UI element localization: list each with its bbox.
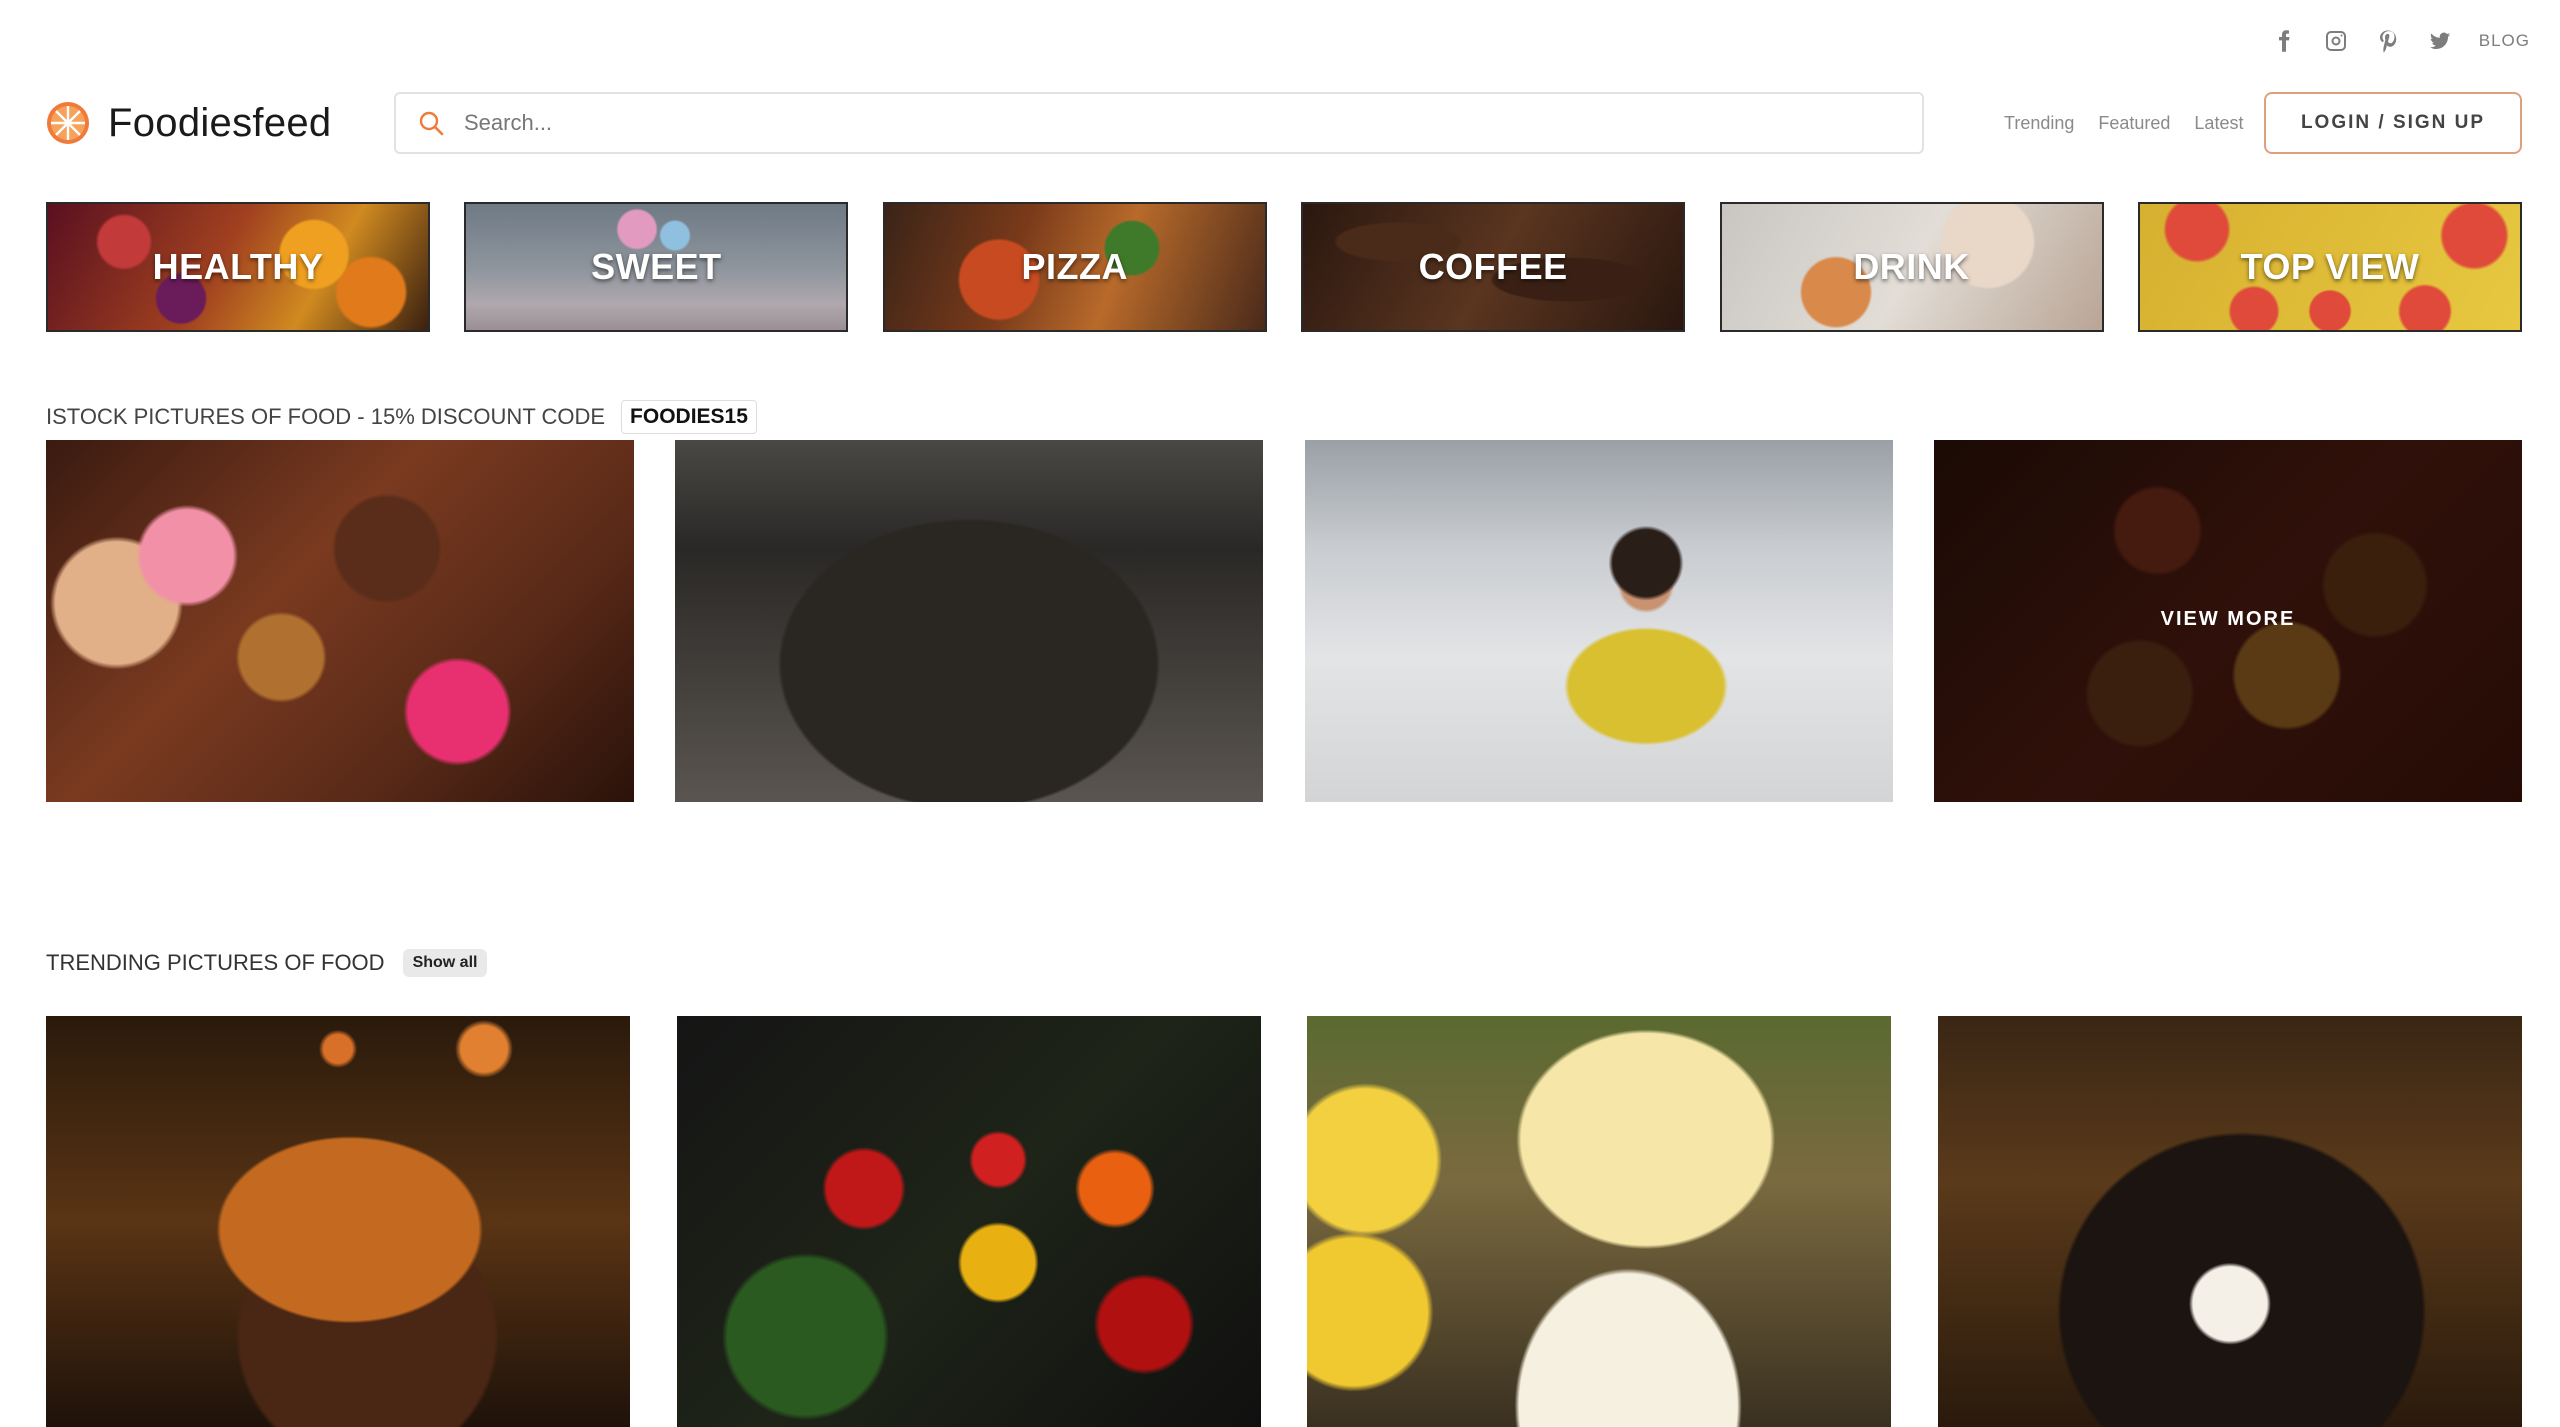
discount-code[interactable]: FOODIES15 — [621, 400, 757, 434]
nav-featured[interactable]: Featured — [2098, 113, 2170, 134]
promo-title: ISTOCK PICTURES OF FOOD - 15% DISCOUNT C… — [46, 404, 606, 429]
category-healthy[interactable]: HEALTHY — [46, 202, 430, 332]
category-top-view[interactable]: TOP VIEW — [2137, 202, 2522, 332]
show-all-button[interactable]: Show all — [402, 949, 488, 977]
trending-photo-burger[interactable] — [46, 1016, 630, 1427]
category-pizza[interactable]: PIZZA — [882, 202, 1267, 332]
promo-photo-view-more[interactable]: VIEW MORE — [1933, 440, 2522, 802]
nav-trending[interactable]: Trending — [2004, 113, 2074, 134]
logo-text: Foodiesfeed — [108, 100, 332, 145]
category-sweet[interactable]: SWEET — [464, 202, 849, 332]
facebook-icon[interactable] — [2271, 28, 2297, 54]
promo-photo-sweets[interactable] — [46, 440, 634, 802]
trending-header: TRENDING PICTURES OF FOOD Show all — [46, 946, 488, 980]
site-logo[interactable]: Foodiesfeed — [46, 98, 331, 148]
social-bar: BLOG — [2271, 24, 2530, 58]
category-label: TOP VIEW — [2240, 246, 2420, 287]
twitter-icon[interactable] — [2427, 28, 2453, 54]
search-bar[interactable] — [394, 92, 1924, 154]
category-label: COFFEE — [1418, 246, 1568, 287]
orange-slice-logo-icon — [47, 102, 89, 144]
trending-photo-row — [46, 1016, 2522, 1427]
category-drink[interactable]: DRINK — [1719, 202, 2104, 332]
category-coffee[interactable]: COFFEE — [1301, 202, 1686, 332]
category-label: SWEET — [591, 246, 722, 287]
search-input[interactable] — [464, 110, 1864, 136]
blog-link[interactable]: BLOG — [2479, 31, 2530, 51]
login-signup-button[interactable]: LOGIN / SIGN UP — [2264, 92, 2522, 154]
view-more-link[interactable]: VIEW MORE — [1934, 608, 2522, 631]
promo-photo-street-food[interactable] — [675, 440, 1264, 802]
trending-photo-cheesecake[interactable] — [1307, 1016, 1892, 1427]
nav-latest[interactable]: Latest — [2194, 113, 2243, 134]
category-label: PIZZA — [1021, 246, 1129, 287]
trending-photo-bibimbap[interactable] — [1937, 1016, 2522, 1427]
category-strip: HEALTHY SWEET PIZZA COFFEE DRINK TOP VIE… — [46, 202, 2522, 332]
istock-promo-header: ISTOCK PICTURES OF FOOD - 15% DISCOUNT C… — [46, 400, 757, 434]
promo-photo-woman-eating[interactable] — [1304, 440, 1893, 802]
category-label: DRINK — [1853, 246, 1970, 287]
trending-photo-vegetables[interactable] — [676, 1016, 1261, 1427]
trending-title: TRENDING PICTURES OF FOOD — [46, 950, 385, 975]
istock-photo-row: VIEW MORE — [46, 440, 2522, 802]
search-icon — [419, 111, 444, 136]
instagram-icon[interactable] — [2323, 28, 2349, 54]
category-label: HEALTHY — [152, 246, 324, 287]
main-nav: Trending Featured Latest — [2004, 92, 2243, 154]
pinterest-icon[interactable] — [2375, 28, 2401, 54]
